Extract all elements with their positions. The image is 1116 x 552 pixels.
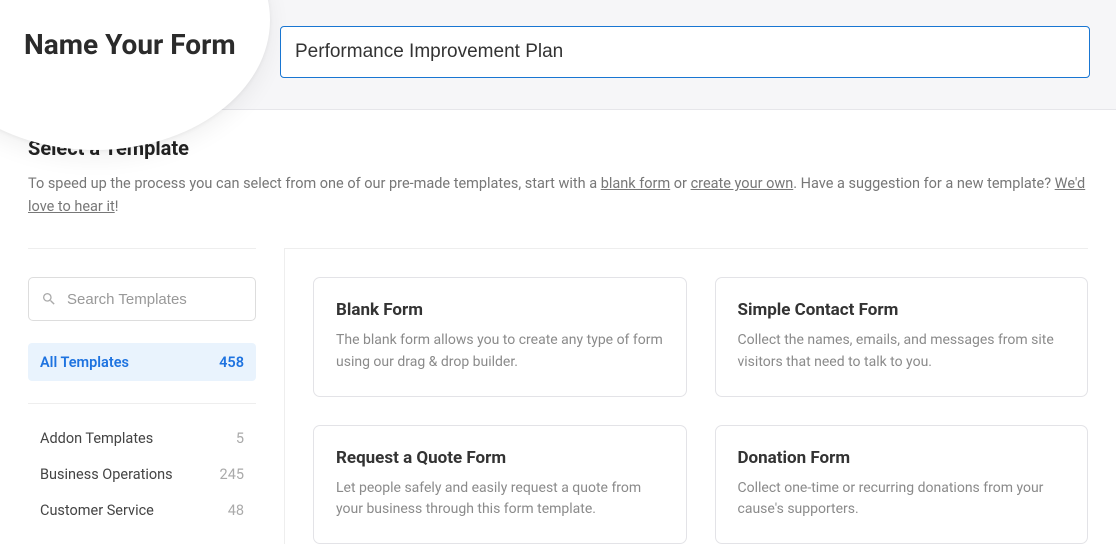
page-title: Name Your Form	[24, 28, 236, 61]
template-search-input[interactable]	[67, 291, 243, 308]
template-card-blank-form[interactable]: Blank Form The blank form allows you to …	[313, 277, 687, 396]
template-desc: Let people safely and easily request a q…	[336, 478, 664, 521]
cards-area: Blank Form The blank form allows you to …	[284, 248, 1088, 544]
desc-text: !	[115, 198, 119, 215]
category-label: Customer Service	[40, 502, 154, 519]
category-count: 458	[219, 354, 244, 371]
template-desc: Collect one-time or recurring donations …	[738, 478, 1066, 521]
blank-form-link[interactable]: blank form	[601, 175, 670, 192]
category-count: 245	[220, 466, 244, 483]
category-count: 48	[228, 502, 244, 519]
desc-text: . Have a suggestion for a new template?	[793, 175, 1054, 192]
sidebar: All Templates 458 Addon Templates 5 Busi…	[28, 248, 256, 544]
template-title: Simple Contact Form	[738, 300, 1066, 320]
layout: All Templates 458 Addon Templates 5 Busi…	[28, 248, 1088, 544]
select-template-heading: Select a Template	[28, 136, 1088, 160]
category-label: Addon Templates	[40, 430, 153, 447]
create-your-own-link[interactable]: create your own	[691, 175, 794, 192]
content: Select a Template To speed up the proces…	[0, 110, 1116, 544]
template-grid: Blank Form The blank form allows you to …	[313, 277, 1088, 544]
template-card-donation-form[interactable]: Donation Form Collect one-time or recurr…	[715, 425, 1089, 544]
template-title: Request a Quote Form	[336, 448, 664, 468]
form-name-input[interactable]	[281, 27, 1089, 77]
template-title: Blank Form	[336, 300, 664, 320]
divider	[28, 403, 256, 404]
template-search[interactable]	[28, 277, 256, 321]
template-card-request-a-quote-form[interactable]: Request a Quote Form Let people safely a…	[313, 425, 687, 544]
top-bar: Name Your Form	[0, 0, 1116, 110]
category-addon-templates[interactable]: Addon Templates 5	[28, 420, 256, 456]
category-label: Business Operations	[40, 466, 173, 483]
category-business-operations[interactable]: Business Operations 245	[28, 456, 256, 492]
template-card-simple-contact-form[interactable]: Simple Contact Form Collect the names, e…	[715, 277, 1089, 396]
search-icon	[41, 291, 57, 307]
select-template-desc: To speed up the process you can select f…	[28, 172, 1088, 218]
category-count: 5	[236, 430, 244, 447]
category-label: All Templates	[40, 354, 129, 371]
template-desc: Collect the names, emails, and messages …	[738, 330, 1066, 373]
category-all-templates[interactable]: All Templates 458	[28, 343, 256, 381]
template-title: Donation Form	[738, 448, 1066, 468]
desc-text: To speed up the process you can select f…	[28, 175, 601, 192]
template-desc: The blank form allows you to create any …	[336, 330, 664, 373]
desc-text: or	[670, 175, 690, 192]
category-customer-service[interactable]: Customer Service 48	[28, 492, 256, 528]
form-name-field-wrap[interactable]	[280, 26, 1090, 78]
